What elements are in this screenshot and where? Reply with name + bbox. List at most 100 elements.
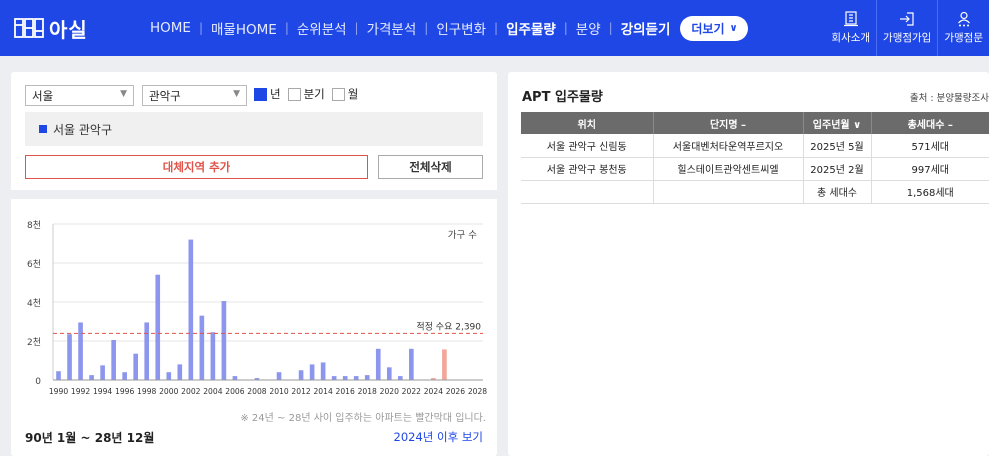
bar: [144, 322, 150, 380]
y-tick-label: 8천: [27, 220, 41, 231]
x-tick-label: 1998: [137, 387, 156, 396]
bar: [386, 367, 392, 380]
chevron-down-icon: ∨: [729, 22, 738, 34]
x-tick-label: 2010: [269, 387, 288, 396]
cell-complex: 힐스테이트관악센트씨엘: [653, 157, 804, 181]
dropdown-arrow-icon: ▼: [233, 89, 240, 99]
chart-note: ※ 24년 ~ 28년 사이 입주하는 아파트는 빨간막대 입니다.: [240, 413, 486, 424]
nav-separator: |: [284, 21, 289, 35]
bar: [210, 332, 216, 380]
cell-households: 997세대: [871, 157, 989, 181]
threshold-label: 적정 수요 2,390: [416, 320, 481, 332]
nav-separator: |: [563, 21, 568, 35]
bar: [122, 372, 127, 380]
col-header-complex[interactable]: 단지명 –: [653, 112, 804, 134]
signin-icon: [900, 12, 914, 26]
city-select[interactable]: 서울 ▼: [25, 85, 134, 106]
nav-item[interactable]: 강의듣기: [621, 18, 671, 38]
nav-item[interactable]: 순위분석: [297, 18, 347, 38]
nav-item[interactable]: 가격분석: [367, 18, 417, 38]
nav-separator: |: [608, 21, 613, 35]
bar: [442, 349, 447, 380]
checkbox-month[interactable]: [331, 87, 345, 101]
district-select-value: 관악구: [149, 89, 181, 103]
x-tick-label: 2000: [159, 387, 178, 396]
nav-separator: |: [198, 21, 204, 35]
table-row[interactable]: 서울 관악구 신림동 서울대벤처타운역푸르지오 2025년 5월 571세대: [521, 134, 989, 158]
apt-supply-title: APT 입주물량: [522, 90, 603, 105]
franchise-inquiry-button[interactable]: 가맹점문: [937, 0, 989, 56]
col-header-location[interactable]: 위치: [521, 112, 654, 134]
section-divider: [11, 190, 497, 199]
dropdown-arrow-icon: ▼: [120, 89, 127, 99]
checkbox-year-label: 년: [270, 87, 281, 101]
nav-item[interactable]: HOME: [150, 20, 191, 36]
col-header-households[interactable]: 총세대수 –: [871, 112, 989, 134]
y-tick-label: 6천: [27, 259, 41, 270]
bar: [89, 375, 94, 380]
city-select-value: 서울: [32, 89, 54, 103]
table-header-row: 위치 단지명 – 입주년월 ∨ 총세대수 –: [521, 112, 989, 134]
logo[interactable]: 아실: [14, 14, 134, 43]
user-stars-icon: [957, 11, 970, 27]
nav-separator: |: [424, 21, 429, 35]
bar: [133, 353, 139, 380]
bar: [397, 376, 403, 380]
selected-region-label: 서울 관악구: [53, 122, 113, 137]
bar: [364, 375, 370, 380]
bar: [188, 239, 194, 380]
supply-bar-chart: 02천4천6천8천1990 1992 1994 1996 1998 2000 2002 200…: [27, 220, 487, 396]
nav-item[interactable]: 인구변화: [436, 18, 486, 38]
period-checkboxes: 년 분기 월: [254, 86, 365, 102]
more-button-label: 더보기: [691, 21, 725, 36]
data-source: 출처 : 분양물량조사: [909, 93, 989, 104]
x-tick-label: 2012: [291, 387, 310, 396]
after-2024-link[interactable]: 2024년 이후 보기: [394, 429, 483, 445]
district-select[interactable]: 관악구 ▼: [142, 85, 247, 106]
region-color-marker: [39, 125, 47, 133]
bar: [100, 365, 105, 380]
franchise-join-button[interactable]: 가맹점가입: [876, 0, 937, 56]
x-tick-label: 1994: [93, 387, 112, 396]
more-button[interactable]: 더보기 ∨: [680, 15, 748, 41]
x-tick-label: 1996: [115, 387, 134, 396]
bar: [78, 322, 83, 380]
supply-chart-panel: 서울 ▼ 관악구 ▼ 년 분기 월 서울 관악구 대체지역 추가 전체삭제 0 2…: [11, 72, 497, 456]
building-icon: [843, 11, 858, 27]
bar: [342, 376, 348, 380]
bar: [177, 364, 183, 380]
nav-item[interactable]: 매물HOME: [211, 18, 277, 38]
bar: [276, 372, 282, 380]
table-row[interactable]: 서울 관악구 봉천동 힐스테이트관악센트씨엘 2025년 2월 997세대: [521, 157, 989, 181]
col-header-move-in[interactable]: 입주년월 ∨: [803, 112, 872, 134]
add-region-button[interactable]: 대체지역 추가: [25, 155, 368, 179]
top-navigation-bar: 아실 HOME | 매물HOME | 순위분석 | 가격분석 | 인구변화 | 입주물량 | 분양 | 강의…: [0, 0, 989, 56]
nav-separator: |: [354, 21, 359, 35]
logo-icon: [14, 18, 44, 38]
right-menu: 회사소개 가맹점가입 가맹점문: [825, 0, 989, 56]
apt-supply-table: 위치 단지명 – 입주년월 ∨ 총세대수 – 서울 관악구 신림동 서울대벤처타…: [521, 112, 989, 204]
company-intro-button[interactable]: 회사소개: [825, 0, 876, 56]
franchise-join-label: 가맹점가입: [883, 32, 932, 44]
checkbox-year[interactable]: [254, 87, 267, 101]
total-value: 1,568세대: [871, 180, 989, 204]
nav-item[interactable]: 분양: [576, 18, 601, 38]
cell-complex: 서울대벤처타운역푸르지오: [653, 134, 804, 158]
legend-label: 가구 수: [448, 230, 477, 241]
table-total-row: 총 세대수 1,568세대: [521, 180, 989, 204]
cell-households: 571세대: [871, 134, 989, 158]
x-tick-label: 2020: [380, 387, 399, 396]
period-range: 90년 1월 ~ 28년 12월: [25, 431, 155, 445]
bar: [409, 348, 414, 380]
nav-separator: |: [494, 21, 499, 35]
y-tick-label: 2천: [27, 337, 41, 348]
nav-item[interactable]: 입주물량: [506, 18, 556, 38]
bar: [320, 362, 326, 380]
delete-all-button[interactable]: 전체삭제: [378, 155, 483, 179]
bar: [67, 334, 72, 380]
bar: [309, 364, 315, 380]
checkbox-quarter[interactable]: [287, 87, 301, 101]
total-label: 총 세대수: [803, 180, 872, 204]
x-tick-label: 2008: [247, 387, 266, 396]
cell-empty: [653, 180, 804, 204]
